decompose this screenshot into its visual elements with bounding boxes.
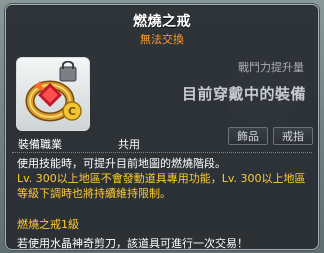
- scissors-note: 若使用水晶神奇剪刀，該道具可進行一次交易！: [17, 237, 248, 250]
- power-increase-label: 戰鬥力提升量: [238, 61, 304, 74]
- item-icon-frame: C: [16, 57, 90, 131]
- description-line-2: Lv. 300以上地區不會發動道具專用功能，Lv. 300以上地區等級下調時也將…: [17, 172, 306, 200]
- gold-ring-with-ruby-icon: C: [25, 61, 82, 122]
- divider: [12, 152, 312, 153]
- item-name: 燃燒之戒: [133, 14, 191, 30]
- category-tag-ring: 戒指: [273, 127, 313, 145]
- job-value: 共用: [118, 138, 140, 151]
- svg-text:C: C: [68, 105, 76, 118]
- category-tag-accessory: 飾品: [228, 127, 268, 145]
- job-label: 裝備職業: [18, 138, 62, 151]
- trade-status: 無法交換: [140, 33, 184, 46]
- description-line-1: 使用技能時，可提升目前地圖的燃燒階段。: [17, 157, 226, 170]
- equipped-status-text: 目前穿戴中的裝備: [181, 85, 306, 103]
- set-name: 燃燒之戒1級: [17, 218, 79, 231]
- item-tooltip: 燃燒之戒 無法交換 C 戰鬥力提升量 目前穿戴中的裝備 裝備職業 共用 飾品 戒…: [5, 4, 319, 250]
